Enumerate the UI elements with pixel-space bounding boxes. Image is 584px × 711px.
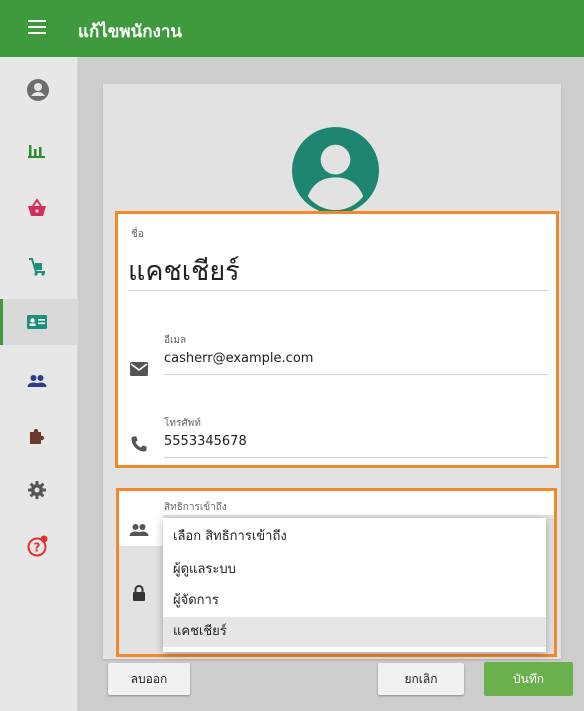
shopping-basket-icon xyxy=(28,198,46,216)
name-field[interactable]: แคชเชียร์ xyxy=(128,249,240,292)
account-circle-icon xyxy=(27,79,49,101)
email-icon xyxy=(130,362,148,376)
name-label: ชื่อ xyxy=(131,229,144,240)
cancel-button[interactable]: ยกเลิก xyxy=(378,663,464,695)
role-option-placeholder[interactable]: เลือก สิทธิการเข้าถึง xyxy=(163,522,546,552)
phone-label: โทรศัพท์ xyxy=(164,418,201,429)
page-title: แก้ไขพนักงาน xyxy=(78,22,183,42)
avatar-icon xyxy=(292,127,379,214)
save-button[interactable]: บันทึก xyxy=(484,662,573,696)
svg-text:?: ? xyxy=(34,541,41,555)
phone-field[interactable]: 5553345678 xyxy=(164,434,247,449)
role-option-manager[interactable]: ผู้จัดการ xyxy=(163,586,546,616)
help-icon: ? xyxy=(27,535,48,557)
role-option-cashier[interactable]: แคชเชียร์ xyxy=(163,617,546,647)
sidebar-item-account[interactable] xyxy=(0,68,78,108)
bar-chart-icon xyxy=(28,145,45,158)
sidebar-item-employees-card[interactable] xyxy=(0,299,81,345)
sidebar-item-settings[interactable] xyxy=(0,469,78,509)
people-icon xyxy=(27,375,47,387)
sidebar-item-reports[interactable] xyxy=(0,129,78,169)
role-label: สิทธิการเข้าถึง xyxy=(164,502,227,513)
sidebar-item-addons[interactable] xyxy=(0,415,78,455)
role-dropdown[interactable]: เลือก สิทธิการเข้าถึง ผู้ดูแลระบบ ผู้จัด… xyxy=(163,518,546,652)
gear-icon xyxy=(28,481,46,499)
cart-dolly-icon xyxy=(29,258,45,276)
people-icon xyxy=(129,524,149,536)
sidebar: ? xyxy=(0,57,81,711)
app-bar: แก้ไขพนักงาน xyxy=(0,0,584,57)
sidebar-item-sales[interactable] xyxy=(0,187,78,227)
role-option-admin[interactable]: ผู้ดูแลระบบ xyxy=(163,555,546,585)
sidebar-item-help[interactable]: ? xyxy=(0,524,78,564)
email-underline xyxy=(164,374,548,375)
id-card-icon xyxy=(27,315,47,329)
menu-icon[interactable] xyxy=(28,20,46,36)
lock-icon xyxy=(133,585,145,601)
email-field[interactable]: casherr@example.com xyxy=(164,351,313,366)
name-underline xyxy=(128,290,548,291)
email-label: อีเมล xyxy=(164,335,187,346)
phone-underline xyxy=(164,457,548,458)
puzzle-icon xyxy=(30,428,45,444)
phone-icon xyxy=(131,436,147,452)
sidebar-item-users[interactable] xyxy=(0,360,78,400)
delete-button[interactable]: ลบออก xyxy=(108,663,190,695)
sidebar-item-inventory[interactable] xyxy=(0,246,78,286)
